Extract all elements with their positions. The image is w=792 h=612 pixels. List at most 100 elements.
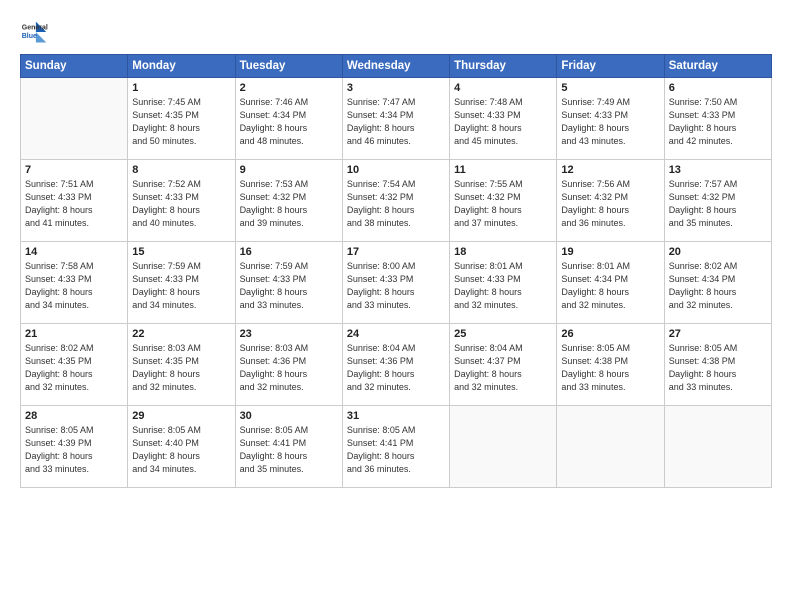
day-number: 30 <box>240 410 338 422</box>
calendar-cell: 8 Sunrise: 7:52 AMSunset: 4:33 PMDaylight… <box>128 160 235 242</box>
day-detail: Sunrise: 7:53 AMSunset: 4:32 PMDaylight:… <box>240 178 338 230</box>
svg-text:General: General <box>22 24 48 31</box>
day-detail: Sunrise: 8:01 AMSunset: 4:34 PMDaylight:… <box>561 260 659 312</box>
calendar-cell: 29Sunrise: 8:05 AMSunset: 4:40 PMDayligh… <box>128 406 235 488</box>
day-detail: Sunrise: 8:05 AMSunset: 4:38 PMDaylight:… <box>669 342 767 394</box>
calendar-week-row: 1 Sunrise: 7:45 AMSunset: 4:35 PMDaylight… <box>21 78 772 160</box>
day-number: 25 <box>454 328 552 340</box>
day-number: 19 <box>561 246 659 258</box>
weekday-header: Saturday <box>664 55 771 78</box>
day-detail: Sunrise: 8:05 AMSunset: 4:41 PMDaylight:… <box>347 424 445 476</box>
calendar-cell: 12 Sunrise: 7:56 AMSunset: 4:32 PMDayligh… <box>557 160 664 242</box>
calendar-cell: 2Sunrise: 7:46 AMSunset: 4:34 PMDaylight… <box>235 78 342 160</box>
day-detail: Sunrise: 8:00 AMSunset: 4:33 PMDaylight:… <box>347 260 445 312</box>
day-detail: Sunrise: 7:47 AMSunset: 4:34 PMDaylight:… <box>347 96 445 148</box>
day-number: 20 <box>669 246 767 258</box>
calendar-cell: 31 Sunrise: 8:05 AMSunset: 4:41 PMDayligh… <box>342 406 449 488</box>
calendar-cell <box>21 78 128 160</box>
svg-text:Blue: Blue <box>22 33 37 40</box>
calendar-cell: 13 Sunrise: 7:57 AMSunset: 4:32 PMDayligh… <box>664 160 771 242</box>
day-detail: Sunrise: 7:45 AMSunset: 4:35 PMDaylight:… <box>132 96 230 148</box>
day-number: 1 <box>132 82 230 94</box>
calendar-week-row: 21Sunrise: 8:02 AMSunset: 4:35 PMDayligh… <box>21 324 772 406</box>
day-number: 15 <box>132 246 230 258</box>
calendar-cell <box>664 406 771 488</box>
calendar-cell: 22 Sunrise: 8:03 AMSunset: 4:35 PMDayligh… <box>128 324 235 406</box>
day-detail: Sunrise: 8:01 AMSunset: 4:33 PMDaylight:… <box>454 260 552 312</box>
calendar-cell: 5Sunrise: 7:49 AMSunset: 4:33 PMDaylight… <box>557 78 664 160</box>
day-detail: Sunrise: 7:46 AMSunset: 4:34 PMDaylight:… <box>240 96 338 148</box>
calendar-cell: 14Sunrise: 7:58 AMSunset: 4:33 PMDayligh… <box>21 242 128 324</box>
day-detail: Sunrise: 7:51 AMSunset: 4:33 PMDaylight:… <box>25 178 123 230</box>
calendar-cell: 3 Sunrise: 7:47 AMSunset: 4:34 PMDaylight… <box>342 78 449 160</box>
day-detail: Sunrise: 7:59 AMSunset: 4:33 PMDaylight:… <box>132 260 230 312</box>
day-number: 8 <box>132 164 230 176</box>
calendar-cell: 24 Sunrise: 8:04 AMSunset: 4:36 PMDayligh… <box>342 324 449 406</box>
day-detail: Sunrise: 8:04 AMSunset: 4:36 PMDaylight:… <box>347 342 445 394</box>
calendar-cell: 6Sunrise: 7:50 AMSunset: 4:33 PMDaylight… <box>664 78 771 160</box>
weekday-header: Friday <box>557 55 664 78</box>
calendar-cell: 10 Sunrise: 7:54 AMSunset: 4:32 PMDayligh… <box>342 160 449 242</box>
calendar-cell: 7Sunrise: 7:51 AMSunset: 4:33 PMDaylight… <box>21 160 128 242</box>
calendar-cell: 26Sunrise: 8:05 AMSunset: 4:38 PMDayligh… <box>557 324 664 406</box>
day-detail: Sunrise: 7:49 AMSunset: 4:33 PMDaylight:… <box>561 96 659 148</box>
calendar-cell: 4Sunrise: 7:48 AMSunset: 4:33 PMDaylight… <box>450 78 557 160</box>
day-number: 23 <box>240 328 338 340</box>
day-detail: Sunrise: 7:59 AMSunset: 4:33 PMDaylight:… <box>240 260 338 312</box>
calendar-cell: 20 Sunrise: 8:02 AMSunset: 4:34 PMDayligh… <box>664 242 771 324</box>
calendar: SundayMondayTuesdayWednesdayThursdayFrid… <box>20 54 772 488</box>
day-detail: Sunrise: 7:55 AMSunset: 4:32 PMDaylight:… <box>454 178 552 230</box>
day-number: 28 <box>25 410 123 422</box>
day-detail: Sunrise: 8:03 AMSunset: 4:36 PMDaylight:… <box>240 342 338 394</box>
calendar-week-row: 7Sunrise: 7:51 AMSunset: 4:33 PMDaylight… <box>21 160 772 242</box>
day-detail: Sunrise: 7:57 AMSunset: 4:32 PMDaylight:… <box>669 178 767 230</box>
day-number: 24 <box>347 328 445 340</box>
day-number: 31 <box>347 410 445 422</box>
day-detail: Sunrise: 7:54 AMSunset: 4:32 PMDaylight:… <box>347 178 445 230</box>
day-detail: Sunrise: 7:52 AMSunset: 4:33 PMDaylight:… <box>132 178 230 230</box>
calendar-cell: 21Sunrise: 8:02 AMSunset: 4:35 PMDayligh… <box>21 324 128 406</box>
logo: General Blue <box>20 18 52 46</box>
page: General Blue SundayMondayTuesdayWednesda… <box>0 0 792 612</box>
calendar-cell: 11 Sunrise: 7:55 AMSunset: 4:32 PMDayligh… <box>450 160 557 242</box>
day-number: 13 <box>669 164 767 176</box>
weekday-header: Monday <box>128 55 235 78</box>
day-detail: Sunrise: 8:05 AMSunset: 4:39 PMDaylight:… <box>25 424 123 476</box>
day-detail: Sunrise: 8:03 AMSunset: 4:35 PMDaylight:… <box>132 342 230 394</box>
calendar-body: 1 Sunrise: 7:45 AMSunset: 4:35 PMDaylight… <box>21 78 772 488</box>
day-detail: Sunrise: 8:02 AMSunset: 4:35 PMDaylight:… <box>25 342 123 394</box>
calendar-cell: 28 Sunrise: 8:05 AMSunset: 4:39 PMDayligh… <box>21 406 128 488</box>
calendar-cell: 15 Sunrise: 7:59 AMSunset: 4:33 PMDayligh… <box>128 242 235 324</box>
day-number: 10 <box>347 164 445 176</box>
weekday-row: SundayMondayTuesdayWednesdayThursdayFrid… <box>21 55 772 78</box>
calendar-cell <box>450 406 557 488</box>
calendar-cell <box>557 406 664 488</box>
day-number: 16 <box>240 246 338 258</box>
day-number: 14 <box>25 246 123 258</box>
day-detail: Sunrise: 7:48 AMSunset: 4:33 PMDaylight:… <box>454 96 552 148</box>
weekday-header: Sunday <box>21 55 128 78</box>
day-number: 22 <box>132 328 230 340</box>
logo-icon: General Blue <box>20 18 48 46</box>
calendar-week-row: 14Sunrise: 7:58 AMSunset: 4:33 PMDayligh… <box>21 242 772 324</box>
weekday-header: Tuesday <box>235 55 342 78</box>
calendar-cell: 1 Sunrise: 7:45 AMSunset: 4:35 PMDaylight… <box>128 78 235 160</box>
weekday-header: Wednesday <box>342 55 449 78</box>
header: General Blue <box>20 18 772 46</box>
day-number: 29 <box>132 410 230 422</box>
day-detail: Sunrise: 8:05 AMSunset: 4:38 PMDaylight:… <box>561 342 659 394</box>
calendar-cell: 17Sunrise: 8:00 AMSunset: 4:33 PMDayligh… <box>342 242 449 324</box>
weekday-header: Thursday <box>450 55 557 78</box>
calendar-cell: 30 Sunrise: 8:05 AMSunset: 4:41 PMDayligh… <box>235 406 342 488</box>
day-number: 12 <box>561 164 659 176</box>
calendar-header: SundayMondayTuesdayWednesdayThursdayFrid… <box>21 55 772 78</box>
day-number: 6 <box>669 82 767 94</box>
calendar-cell: 23 Sunrise: 8:03 AMSunset: 4:36 PMDayligh… <box>235 324 342 406</box>
day-number: 27 <box>669 328 767 340</box>
calendar-cell: 16 Sunrise: 7:59 AMSunset: 4:33 PMDayligh… <box>235 242 342 324</box>
day-detail: Sunrise: 8:02 AMSunset: 4:34 PMDaylight:… <box>669 260 767 312</box>
day-number: 3 <box>347 82 445 94</box>
day-detail: Sunrise: 7:56 AMSunset: 4:32 PMDaylight:… <box>561 178 659 230</box>
day-detail: Sunrise: 8:05 AMSunset: 4:41 PMDaylight:… <box>240 424 338 476</box>
day-number: 11 <box>454 164 552 176</box>
